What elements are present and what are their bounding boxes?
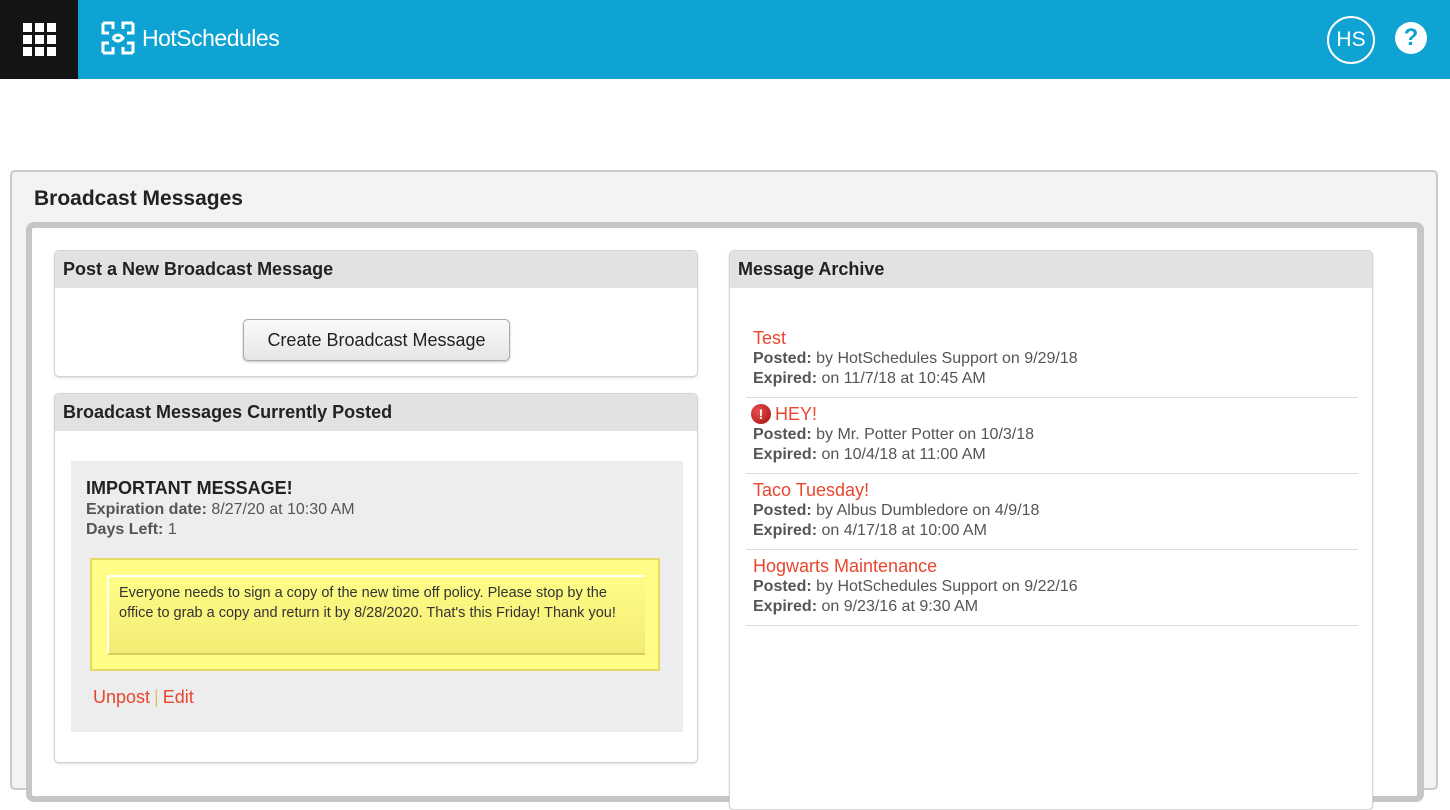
expiration-date: Expiration date: 8/27/20 at 10:30 AM xyxy=(86,501,355,519)
message-actions: Unpost | Edit xyxy=(93,687,194,708)
posted-value: by Mr. Potter Potter on 10/3/18 xyxy=(816,426,1035,443)
expired-label: Expired: xyxy=(753,598,818,615)
post-new-heading: Post a New Broadcast Message xyxy=(55,251,697,288)
post-new-panel: Post a New Broadcast Message Create Broa… xyxy=(54,250,698,377)
posted-value: by HotSchedules Support on 9/29/18 xyxy=(816,350,1078,367)
hotschedules-logo[interactable]: HotSchedules xyxy=(100,20,280,56)
expired-value: on 9/23/16 at 9:30 AM xyxy=(821,598,979,615)
days-left-label: Days Left: xyxy=(86,521,164,538)
archive-item-title[interactable]: Test xyxy=(753,327,786,349)
create-broadcast-message-button[interactable]: Create Broadcast Message xyxy=(243,319,510,361)
message-note: Everyone needs to sign a copy of the new… xyxy=(90,558,660,671)
archive-item: Hogwarts Maintenance Posted: by HotSched… xyxy=(746,555,1358,626)
days-left-value: 1 xyxy=(167,521,177,538)
days-left: Days Left: 1 xyxy=(86,521,177,539)
posted-label: Posted: xyxy=(753,426,812,443)
posted-label: Posted: xyxy=(753,578,812,595)
message-archive-panel: Message Archive Test Posted: by HotSched… xyxy=(729,250,1373,810)
archive-item: Taco Tuesday! Posted: by Albus Dumbledor… xyxy=(746,479,1358,550)
archive-item-title[interactable]: Taco Tuesday! xyxy=(753,479,869,501)
archive-item-title[interactable]: Hogwarts Maintenance xyxy=(753,555,937,577)
unpost-link[interactable]: Unpost xyxy=(93,687,150,707)
currently-posted-heading: Broadcast Messages Currently Posted xyxy=(55,394,697,431)
currently-posted-panel: Broadcast Messages Currently Posted IMPO… xyxy=(54,393,698,763)
expiration-value: 8/27/20 at 10:30 AM xyxy=(211,501,355,518)
expired-value: on 11/7/18 at 10:45 AM xyxy=(821,370,986,387)
expired-label: Expired: xyxy=(753,522,818,539)
archive-item-title[interactable]: HEY! xyxy=(775,403,817,425)
content-area: Post a New Broadcast Message Create Broa… xyxy=(26,222,1424,810)
logo-icon xyxy=(101,21,135,55)
posted-label: Posted: xyxy=(753,350,812,367)
action-separator: | xyxy=(154,687,159,707)
expired-label: Expired: xyxy=(753,370,818,387)
expired-value: on 4/17/18 at 10:00 AM xyxy=(821,522,987,539)
app-name: HotSchedules xyxy=(142,24,280,51)
expired-label: Expired: xyxy=(753,446,818,463)
archive-item: ! HEY! Posted: by Mr. Potter Potter on 10… xyxy=(746,403,1358,474)
message-body: Everyone needs to sign a copy of the new… xyxy=(107,575,645,655)
expired-value: on 10/4/18 at 11:00 AM xyxy=(821,446,986,463)
message-archive-heading: Message Archive xyxy=(730,251,1372,288)
help-icon[interactable]: ? xyxy=(1395,22,1427,54)
edit-link[interactable]: Edit xyxy=(163,687,194,707)
user-avatar[interactable]: HS xyxy=(1327,16,1375,64)
broadcast-messages-container: Broadcast Messages Post a New Broadcast … xyxy=(10,170,1438,810)
posted-value: by HotSchedules Support on 9/22/16 xyxy=(816,578,1078,595)
message-title: IMPORTANT MESSAGE! xyxy=(86,478,293,498)
expiration-label: Expiration date: xyxy=(86,501,207,518)
archive-item: Test Posted: by HotSchedules Support on … xyxy=(746,327,1358,398)
grid-icon xyxy=(22,23,56,56)
app-launcher-button[interactable] xyxy=(0,0,78,79)
posted-message-card: IMPORTANT MESSAGE! Expiration date: 8/27… xyxy=(71,461,683,732)
page-title: Broadcast Messages xyxy=(34,187,243,210)
top-bar: HotSchedules HS ? xyxy=(0,0,1450,79)
posted-value: by Albus Dumbledore on 4/9/18 xyxy=(816,502,1040,519)
posted-label: Posted: xyxy=(753,502,812,519)
urgent-alert-icon: ! xyxy=(751,404,771,424)
archive-list: Test Posted: by HotSchedules Support on … xyxy=(746,327,1358,631)
